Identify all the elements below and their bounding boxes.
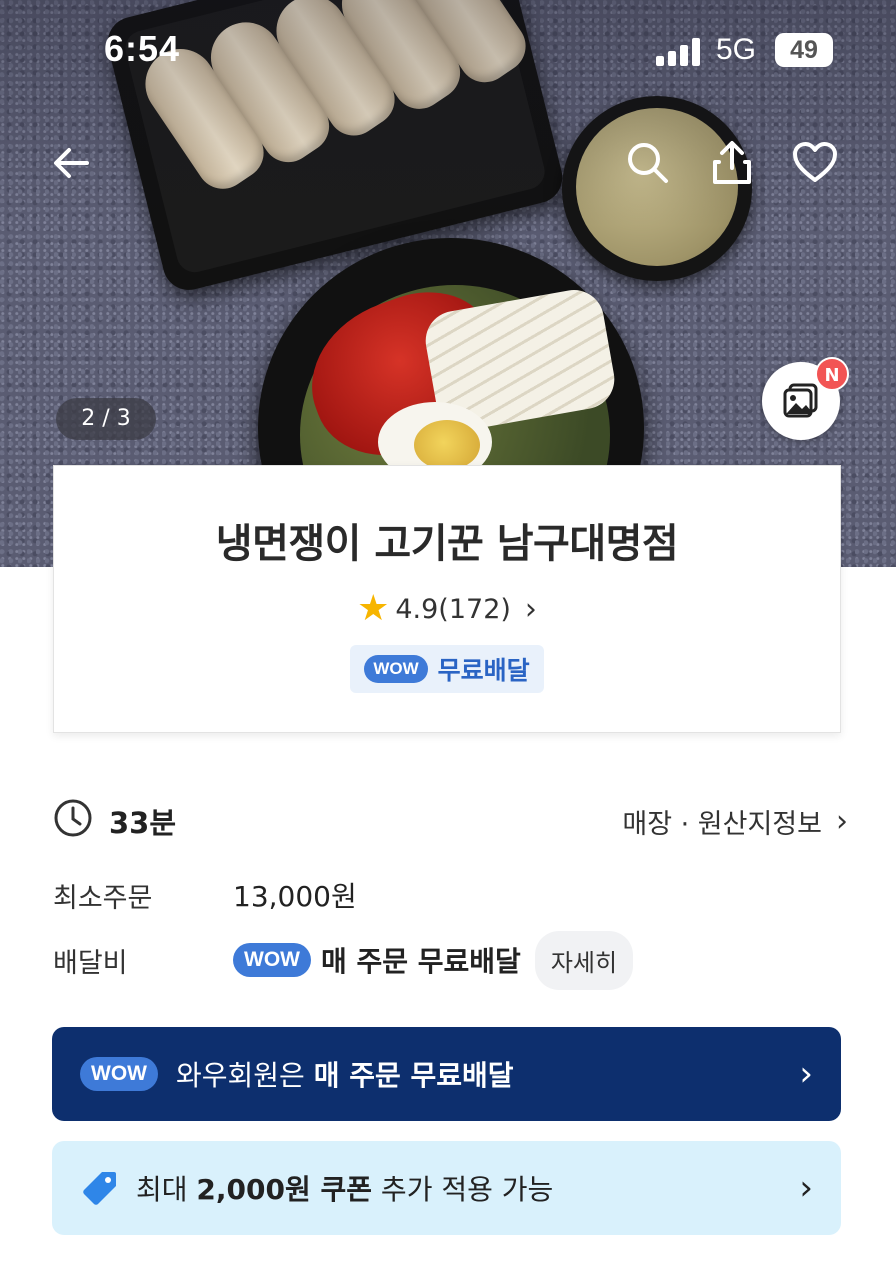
coupon-prefix: 최대 bbox=[136, 1173, 197, 1206]
network-label: 5G bbox=[716, 33, 757, 66]
back-arrow-icon bbox=[54, 148, 89, 178]
free-delivery-label: 무료배달 bbox=[437, 656, 530, 685]
min-order-label: 최소주문 bbox=[53, 882, 153, 914]
status-bar: 6:54 5G 49 bbox=[0, 0, 896, 100]
store-name: 냉면쟁이 고기꾼 남구대명점 bbox=[215, 521, 679, 567]
heart-icon bbox=[793, 142, 837, 182]
photo-album-icon bbox=[783, 383, 818, 418]
search-icon bbox=[628, 143, 668, 183]
store-origin-info-link[interactable]: 매장 · 원산지정보 › bbox=[622, 802, 848, 841]
chevron-right-icon: › bbox=[524, 591, 537, 627]
wow-membership-banner[interactable]: WOW 와우회원은 매 주문 무료배달 › bbox=[52, 1027, 841, 1121]
store-origin-label: 매장 · 원산지정보 bbox=[622, 809, 822, 840]
new-badge: N bbox=[815, 357, 849, 391]
search-button[interactable] bbox=[618, 133, 678, 193]
delivery-time: 33분 bbox=[109, 806, 177, 840]
star-icon: ★ bbox=[357, 588, 390, 629]
image-counter: 2 / 3 bbox=[56, 398, 156, 440]
signal-icon bbox=[656, 38, 702, 66]
chevron-right-icon: › bbox=[836, 804, 848, 839]
coupon-banner[interactable]: 최대 2,000원 쿠폰 추가 적용 가능 › bbox=[52, 1141, 841, 1235]
wow-banner-highlight: 매 주문 무료배달 bbox=[313, 1059, 514, 1092]
delivery-fee-row: 배달비 WOW 매 주문 무료배달 자세히 bbox=[53, 930, 848, 990]
delivery-fee-label: 배달비 bbox=[53, 947, 128, 979]
detail-button[interactable]: 자세히 bbox=[534, 930, 634, 990]
share-button[interactable] bbox=[702, 133, 762, 193]
wow-badge: WOW bbox=[80, 1057, 158, 1091]
eta-row: 33분 매장 · 원산지정보 › bbox=[53, 798, 848, 840]
rating-link[interactable]: ★ 4.9(172) › bbox=[54, 591, 840, 627]
clock-icon bbox=[54, 799, 92, 837]
delivery-fee-value: 매 주문 무료배달 bbox=[320, 945, 521, 978]
chevron-right-icon: › bbox=[799, 1168, 813, 1208]
wow-free-delivery-chip: WOW 무료배달 bbox=[350, 645, 544, 693]
chevron-right-icon: › bbox=[799, 1054, 813, 1094]
status-time: 6:54 bbox=[104, 28, 181, 69]
back-button[interactable] bbox=[42, 133, 102, 193]
battery-icon: 49 bbox=[775, 33, 833, 67]
rating-value: 4.9(172) bbox=[395, 593, 511, 625]
favorite-button[interactable] bbox=[785, 133, 845, 193]
wow-banner-prefix: 와우회원은 bbox=[175, 1059, 314, 1092]
coupon-suffix: 추가 적용 가능 bbox=[372, 1173, 554, 1206]
coupon-amount: 2,000원 쿠폰 bbox=[196, 1173, 373, 1206]
wow-badge: WOW bbox=[233, 943, 311, 977]
tag-icon bbox=[83, 1172, 116, 1205]
wow-badge: WOW bbox=[364, 655, 428, 683]
min-order-row: 최소주문 13,000원 bbox=[53, 873, 848, 917]
min-order-value: 13,000원 bbox=[233, 880, 357, 913]
store-card: 냉면쟁이 고기꾼 남구대명점 ★ 4.9(172) › WOW 무료배달 bbox=[53, 465, 841, 733]
share-icon bbox=[713, 141, 751, 184]
